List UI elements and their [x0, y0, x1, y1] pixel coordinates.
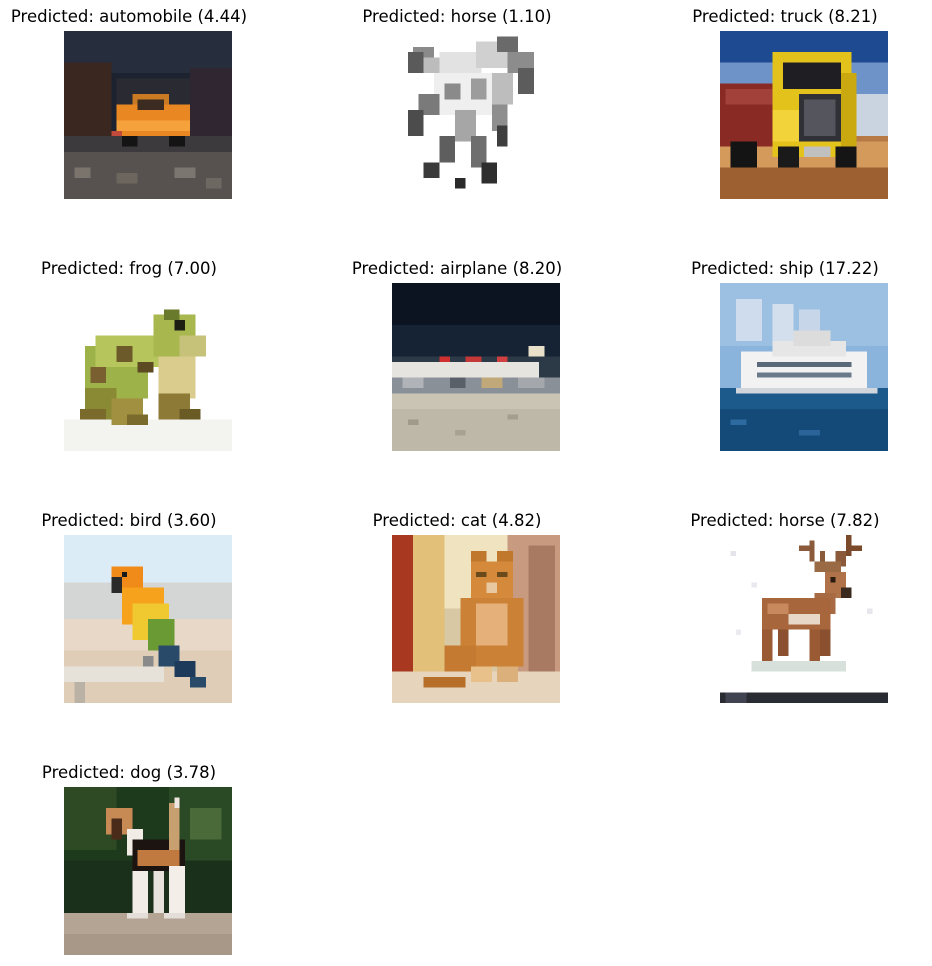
panel-title: Predicted: horse (7.82) [690, 511, 880, 530]
dog-image [64, 787, 232, 955]
panel-title: Predicted: automobile (4.44) [10, 7, 248, 26]
panel-title: Predicted: cat (4.82) [372, 511, 542, 530]
cat-image [392, 535, 560, 703]
deer-image [720, 535, 888, 703]
panel-deer: Predicted: horse (7.82) [635, 511, 932, 711]
panel-title: Predicted: frog (7.00) [41, 259, 217, 278]
panel-title: Predicted: horse (1.10) [362, 7, 552, 26]
panel-airplane: Predicted: airplane (8.20) [307, 259, 607, 459]
airplane-image [392, 283, 560, 451]
frog-image [64, 283, 232, 451]
panel-title: Predicted: airplane (8.20) [351, 259, 563, 278]
truck-image [720, 31, 888, 199]
automobile-image [64, 31, 232, 199]
panel-horse-sketch: Predicted: horse (1.10) [307, 7, 607, 207]
panel-title: Predicted: ship (17.22) [691, 259, 879, 278]
panel-ship: Predicted: ship (17.22) [635, 259, 932, 459]
panel-automobile: Predicted: automobile (4.44) [0, 7, 279, 207]
panel-title: Predicted: truck (8.21) [692, 7, 878, 26]
panel-title: Predicted: bird (3.60) [41, 511, 217, 530]
ship-image [720, 283, 888, 451]
panel-bird: Predicted: bird (3.60) [0, 511, 279, 711]
panel-truck: Predicted: truck (8.21) [635, 7, 932, 207]
panel-cat: Predicted: cat (4.82) [307, 511, 607, 711]
horse-sketch-image [392, 31, 560, 199]
bird-image [64, 535, 232, 703]
panel-title: Predicted: dog (3.78) [41, 763, 217, 782]
panel-frog: Predicted: frog (7.00) [0, 259, 279, 459]
panel-dog: Predicted: dog (3.78) [0, 763, 279, 963]
